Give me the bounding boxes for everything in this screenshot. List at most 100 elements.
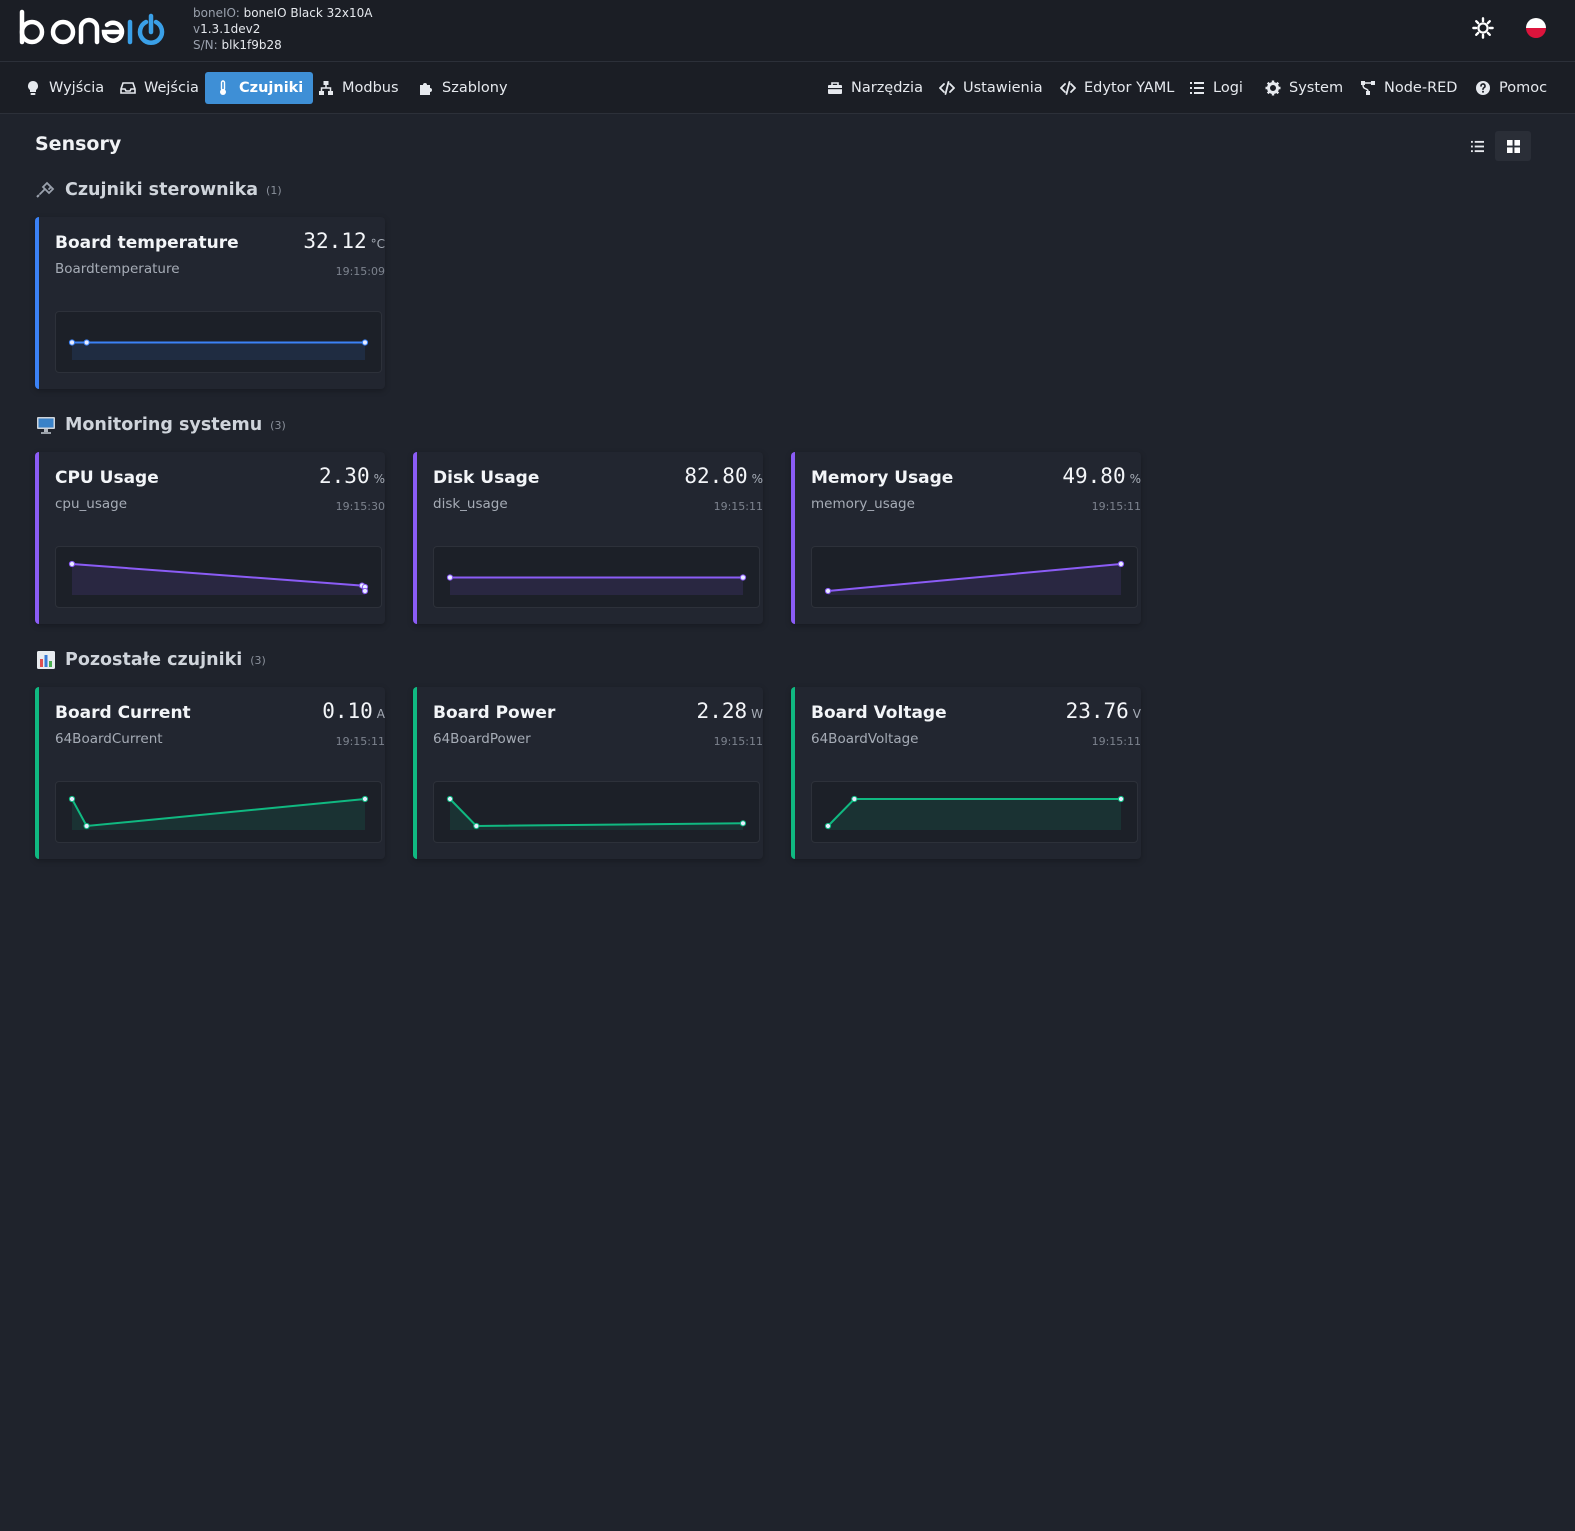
- sensor-unit: %: [751, 472, 763, 486]
- lightbulb-icon: [28, 81, 38, 95]
- nav-label: Narzędzia: [851, 80, 923, 96]
- monitor-icon: [37, 417, 55, 434]
- puzzle-icon: [420, 83, 432, 95]
- sparkline-point: [446, 574, 454, 581]
- nav-item-szablony[interactable]: Szablony: [408, 72, 518, 104]
- sensor-card[interactable]: CPU Usage cpu_usage 2.30% 19:15:30: [35, 452, 385, 624]
- nav-label: Wejścia: [144, 80, 199, 96]
- sparkline-point: [68, 339, 76, 346]
- code-icon: [1060, 81, 1076, 95]
- sparkline-area: [72, 564, 365, 595]
- sensor-card[interactable]: Board temperature Boardtemperature 32.12 °C…: [35, 217, 385, 389]
- sparkline-svg: [68, 560, 369, 595]
- sensor-id: Boardtemperature: [55, 261, 180, 277]
- nav-item-edytor-yaml[interactable]: Edytor YAML: [1050, 72, 1184, 104]
- nav-item-narzędzia[interactable]: Narzędzia: [817, 72, 933, 104]
- sensor-value: 2.30: [319, 464, 370, 488]
- plug-icon: [36, 181, 55, 198]
- sparkline-chart: [811, 781, 1138, 843]
- sparkline-point: [446, 795, 454, 803]
- sparkline-point: [739, 820, 747, 827]
- sparkline-area: [72, 342, 365, 360]
- code-icon: [939, 81, 955, 95]
- sensor-card[interactable]: Board Power 64BoardPower 2.28 W 19:15:11: [413, 687, 763, 859]
- sparkline-point: [361, 587, 369, 595]
- inbox-icon: [120, 82, 136, 94]
- page-title: Sensory: [35, 133, 122, 155]
- nav-item-czujniki[interactable]: Czujniki: [205, 72, 314, 104]
- boneio-logo[interactable]: [18, 8, 173, 50]
- sparkline-point: [1117, 795, 1125, 803]
- nav-label: Pomoc: [1499, 80, 1548, 96]
- device-key: boneIO:: [193, 6, 240, 20]
- sparkline-svg: [824, 795, 1125, 830]
- sparkline-svg: [446, 795, 747, 830]
- nav-item-node-red[interactable]: Node-RED: [1350, 72, 1467, 104]
- sparkline-point: [824, 822, 832, 830]
- sensor-value-wrap: 49.80%: [941, 464, 1141, 488]
- sensor-timestamp: 19:15:11: [1091, 500, 1141, 513]
- nav-item-modbus[interactable]: Modbus: [308, 72, 409, 104]
- device-name: boneIO Black 32x10A: [243, 6, 373, 20]
- section-count: (3): [250, 653, 266, 667]
- nav-item-wyjścia[interactable]: Wyjścia: [15, 72, 114, 104]
- nav-item-pomoc[interactable]: Pomoc: [1465, 72, 1557, 104]
- section-title: Czujniki sterownika: [65, 180, 259, 200]
- sparkline-svg: [68, 339, 369, 360]
- sensor-card[interactable]: Board Voltage 64BoardVoltage 23.76 V 19:15:1…: [791, 687, 1141, 859]
- sensor-unit: °C: [370, 237, 385, 251]
- nav-item-logi[interactable]: Logi: [1179, 72, 1253, 104]
- sensor-timestamp: 19:15:11: [713, 500, 763, 513]
- sparkline-svg: [68, 795, 369, 830]
- sensor-name: Board Power: [433, 703, 556, 723]
- toolbox-icon: [828, 82, 842, 94]
- sparkline-point: [473, 822, 480, 830]
- nav-label: Modbus: [342, 80, 399, 96]
- device-info: boneIO: boneIO Black 32x10A v1.3.1dev2 S…: [193, 5, 372, 53]
- sparkline-svg: [446, 574, 747, 595]
- sensor-value: 82.80: [684, 464, 748, 488]
- sparkline-chart: [433, 546, 760, 608]
- sensor-timestamp: 19:15:11: [335, 735, 385, 748]
- sensor-id: 64BoardPower: [433, 731, 531, 747]
- sparkline-line: [449, 798, 744, 828]
- sensor-id: 64BoardCurrent: [55, 731, 163, 747]
- gear-icon: [1265, 80, 1281, 96]
- nav-label: Czujniki: [239, 80, 304, 96]
- help-icon: [1476, 81, 1490, 95]
- section-title: Pozostałe czujniki: [65, 650, 243, 670]
- sensor-value: 23.76: [1065, 699, 1129, 723]
- section-count: (3): [270, 418, 286, 432]
- sensor-value-wrap: 2.28 W: [563, 699, 763, 723]
- sensor-card[interactable]: Memory Usage memory_usage 49.80% 19:15:11: [791, 452, 1141, 624]
- sensor-value-wrap: 23.76 V: [941, 699, 1141, 723]
- grid-view-button[interactable]: [1495, 131, 1531, 161]
- sensor-card[interactable]: Disk Usage disk_usage 82.80% 19:15:11: [413, 452, 763, 624]
- sensor-value: 32.12: [303, 229, 367, 253]
- sensor-value: 0.10: [322, 699, 373, 723]
- version: 1.3.1dev2: [200, 22, 261, 36]
- list-view-button[interactable]: [1459, 131, 1495, 161]
- sensor-timestamp: 19:15:11: [713, 735, 763, 748]
- flag-icon[interactable]: [1526, 18, 1546, 38]
- section-title: Monitoring systemu: [65, 415, 263, 435]
- nav-item-wejścia[interactable]: Wejścia: [110, 72, 209, 104]
- sensor-id: cpu_usage: [55, 496, 128, 512]
- sparkline-chart: [433, 781, 760, 843]
- sparkline-point: [68, 560, 76, 568]
- sun-icon[interactable]: [1472, 17, 1494, 39]
- sparkline-svg: [824, 560, 1125, 595]
- sensor-name: CPU Usage: [55, 468, 159, 488]
- sensor-value: 2.28: [696, 699, 748, 723]
- main-nav: Wyjścia Wejścia Czujniki Modbus Szablony Narz…: [0, 62, 1575, 114]
- nav-label: Szablony: [442, 80, 508, 96]
- nav-label: Wyjścia: [49, 80, 105, 96]
- nav-item-system[interactable]: System: [1255, 72, 1353, 104]
- nav-item-ustawienia[interactable]: Ustawienia: [929, 72, 1053, 104]
- sensor-id: disk_usage: [433, 496, 508, 512]
- sparkline-point: [83, 339, 90, 346]
- sensor-name: Memory Usage: [811, 468, 954, 488]
- sensor-card[interactable]: Board Current 64BoardCurrent 0.10 A 19:15:11: [35, 687, 385, 859]
- section-header: Pozostałe czujniki (3): [35, 650, 266, 670]
- sparkline-chart: [811, 546, 1138, 608]
